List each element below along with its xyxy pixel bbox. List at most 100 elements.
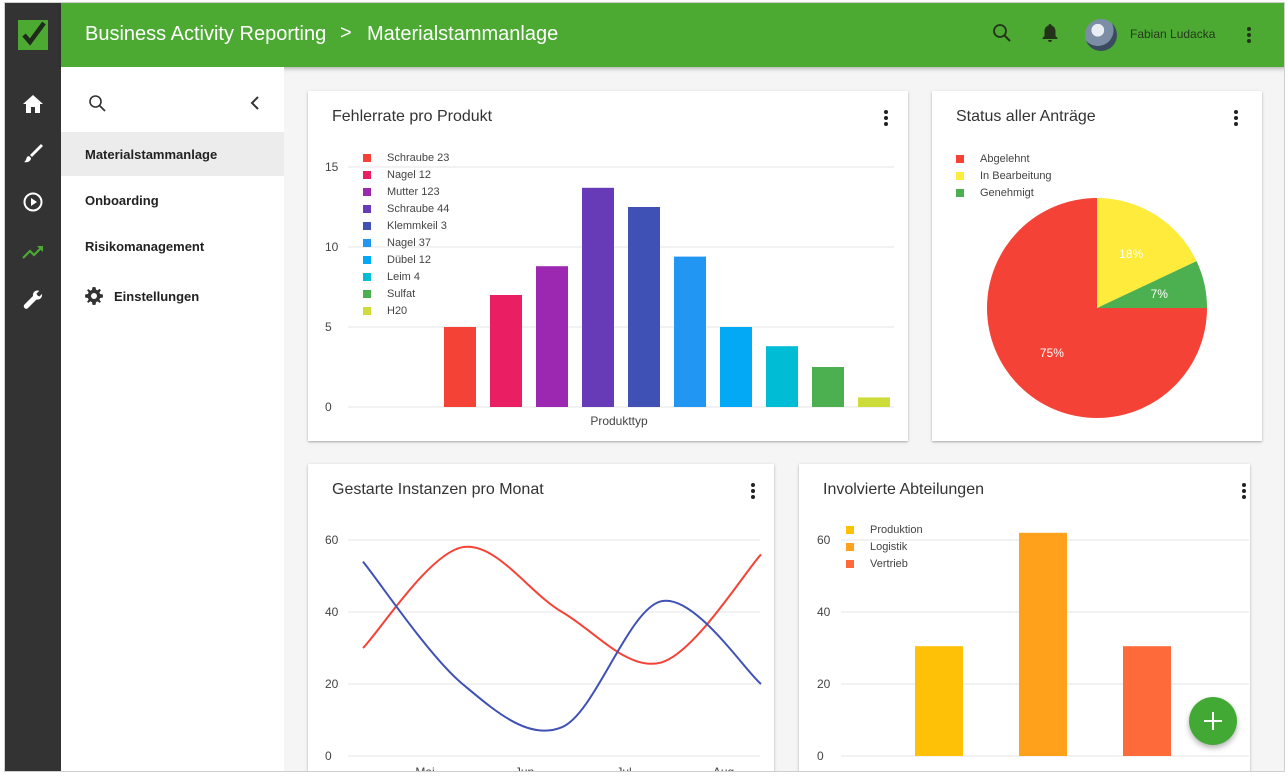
- collapse-chevron-icon[interactable]: [250, 96, 260, 115]
- legend-label: Schraube 23: [387, 152, 449, 164]
- x-axis-label: Produkttyp: [590, 414, 648, 428]
- y-tick-label: 40: [817, 605, 831, 619]
- bar: [915, 646, 963, 756]
- legend-label: Logistik: [870, 541, 908, 553]
- nav-item-einstellungen[interactable]: Einstellungen: [61, 274, 284, 318]
- bar: [490, 295, 522, 407]
- top-app-bar: Business Activity Reporting > Materialst…: [61, 3, 1284, 67]
- nav-item-label: Einstellungen: [114, 288, 200, 304]
- pie-label: 75%: [1040, 346, 1064, 360]
- pie-label: 7%: [1151, 287, 1169, 301]
- legend-swatch: [363, 290, 371, 298]
- bar: [674, 256, 706, 407]
- x-tick-label: Aug: [713, 765, 734, 772]
- wrench-icon[interactable]: [5, 280, 61, 320]
- search-icon[interactable]: [88, 94, 108, 119]
- play-circle-icon[interactable]: [5, 182, 61, 222]
- fehlerrate-bar-chart: 0 5 10 15 Produkttyp Schraube 23 Nagel 12 Mutte…: [325, 152, 894, 428]
- y-tick-label: 15: [325, 160, 339, 174]
- breadcrumb-separator: >: [340, 22, 352, 44]
- add-button[interactable]: [1189, 697, 1237, 745]
- bar: [444, 327, 476, 407]
- legend-label: Mutter 123: [387, 186, 440, 198]
- plus-icon: [1204, 712, 1222, 730]
- page-title: Materialstammanlage: [367, 23, 559, 45]
- y-tick-label: 0: [325, 400, 332, 414]
- legend-label: Dübel 12: [387, 254, 431, 266]
- legend-label: Nagel 12: [387, 169, 431, 181]
- secondary-nav: Materialstammanlage Onboarding Risikoman…: [61, 67, 284, 771]
- home-icon[interactable]: [5, 84, 61, 124]
- nav-item-onboarding[interactable]: Onboarding: [61, 178, 284, 222]
- app-window: Business Activity Reporting > Materialst…: [4, 2, 1285, 772]
- gear-icon: [85, 287, 103, 305]
- more-vert-icon[interactable]: [1246, 26, 1252, 49]
- legend-swatch: [956, 155, 964, 163]
- x-tick-label: Jun: [515, 765, 534, 772]
- legend-swatch: [956, 189, 964, 197]
- x-tick-label: Jul: [616, 765, 631, 772]
- y-tick-label: 60: [817, 533, 831, 547]
- abteilungen-bar-chart: 0 20 40 60 Produktion Logistik Vertrieb: [817, 524, 1249, 763]
- nav-item-risikomanagement[interactable]: Risikomanagement: [61, 224, 284, 268]
- bar: [536, 266, 568, 407]
- legend-swatch: [846, 526, 854, 534]
- card-abteilungen: Involvierte Abteilungen 0 20 40 60 Produktio…: [799, 464, 1250, 771]
- y-tick-label: 20: [817, 677, 831, 691]
- legend-label: Genehmigt: [980, 187, 1034, 199]
- y-tick-label: 0: [325, 749, 332, 763]
- nav-item-label: Onboarding: [85, 192, 159, 208]
- y-tick-label: 40: [325, 605, 339, 619]
- bar: [1123, 646, 1171, 756]
- avatar[interactable]: [1085, 19, 1117, 51]
- card-status: Status aller Anträge 18% 7% 75% Abgelehnt In…: [932, 91, 1262, 441]
- legend-label: In Bearbeitung: [980, 170, 1052, 182]
- bar: [720, 327, 752, 407]
- legend-label: Nagel 37: [387, 237, 431, 249]
- legend-swatch: [363, 239, 371, 247]
- series-line: [362, 545, 762, 665]
- nav-item-label: Risikomanagement: [85, 238, 205, 254]
- logo-check-icon[interactable]: [5, 3, 61, 67]
- breadcrumb-section[interactable]: Business Activity Reporting: [85, 23, 326, 46]
- trending-up-icon[interactable]: [5, 232, 61, 272]
- legend-swatch: [363, 205, 371, 213]
- card-instanzen: Gestarte Instanzen pro Monat 0 20 40 60 Mai J…: [308, 464, 774, 772]
- instanzen-line-chart: 0204060MaiJunJulAugSep: [325, 533, 762, 772]
- brush-icon[interactable]: [5, 133, 61, 173]
- legend-label: Leim 4: [387, 271, 420, 283]
- legend-label: H20: [387, 305, 407, 317]
- bar: [1019, 532, 1067, 756]
- legend-label: Produktion: [870, 524, 923, 536]
- bell-icon[interactable]: [1042, 23, 1058, 48]
- legend-swatch: [363, 256, 371, 264]
- legend-label: Klemmkeil 3: [387, 220, 447, 232]
- legend-label: Schraube 44: [387, 203, 449, 215]
- x-tick-label: Mai: [415, 765, 434, 772]
- legend-swatch: [846, 560, 854, 568]
- status-pie-chart: 18% 7% 75% Abgelehnt In Bearbeitung Genehmigt: [956, 153, 1207, 418]
- search-icon[interactable]: [992, 23, 1012, 48]
- legend-swatch: [363, 222, 371, 230]
- bar: [858, 397, 890, 407]
- series-line: [362, 560, 762, 732]
- legend-label: Sulfat: [387, 288, 415, 300]
- bar: [766, 346, 798, 407]
- legend-swatch: [956, 172, 964, 180]
- user-name[interactable]: Fabian Ludacka: [1130, 27, 1215, 41]
- icon-rail: [5, 3, 61, 771]
- y-tick-label: 5: [325, 320, 332, 334]
- legend-swatch: [363, 188, 371, 196]
- bar: [628, 207, 660, 407]
- nav-item-materialstammanlage[interactable]: Materialstammanlage: [61, 132, 284, 176]
- legend-swatch: [846, 543, 854, 551]
- legend-label: Abgelehnt: [980, 153, 1030, 165]
- legend-swatch: [363, 307, 371, 315]
- legend-swatch: [363, 273, 371, 281]
- card-fehlerrate: Fehlerrate pro Produkt 0 5 10 15 Produkttyp S…: [308, 91, 908, 441]
- legend-label: Vertrieb: [870, 558, 908, 570]
- nav-item-label: Materialstammanlage: [85, 146, 218, 162]
- y-tick-label: 60: [325, 533, 339, 547]
- bar: [582, 187, 614, 407]
- legend-swatch: [363, 171, 371, 179]
